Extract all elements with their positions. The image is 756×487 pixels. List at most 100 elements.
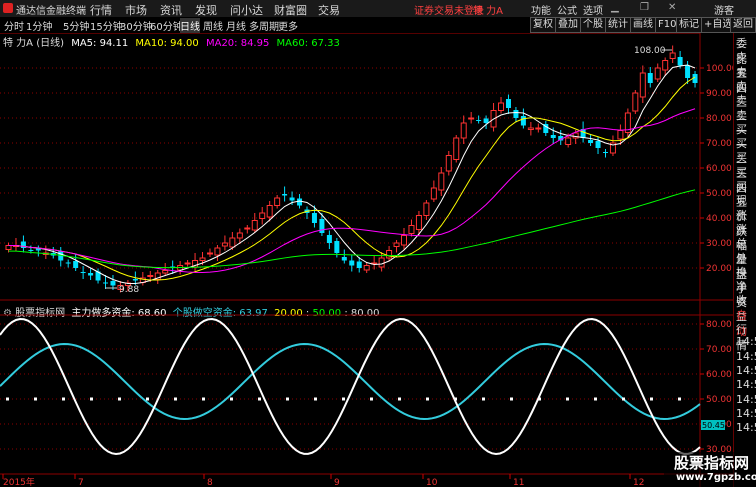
back-button[interactable]: 返回 <box>730 17 756 33</box>
candle-body <box>639 72 646 98</box>
candlestick-series <box>5 45 698 293</box>
overlay-button[interactable]: 叠加 <box>555 17 581 33</box>
draw-button[interactable]: 画线 <box>630 17 656 33</box>
menu-item-gongshi[interactable]: 公式 <box>557 2 577 17</box>
price-tick: 60.00 <box>706 164 732 174</box>
line50-dot <box>454 397 457 401</box>
indicator-tick: 50.00 <box>706 395 732 405</box>
candle-body <box>423 202 430 216</box>
line50-dot <box>594 397 597 401</box>
candle-body <box>386 250 393 259</box>
candle-body <box>505 99 511 108</box>
menu-item-hangqing[interactable]: 行情 <box>90 2 112 18</box>
line50-dot <box>118 397 121 401</box>
candle-body <box>349 260 355 266</box>
price-tick: 100.00 <box>706 64 733 74</box>
candle-body <box>80 272 86 273</box>
candle-body <box>132 279 138 281</box>
tab-fenshi[interactable]: 分时 <box>4 18 24 33</box>
candle-body <box>662 60 669 71</box>
restore-icon[interactable]: ❐ <box>640 2 649 13</box>
menu-item-xuanxiang[interactable]: 选项 <box>583 2 603 17</box>
date-tick: 10 <box>426 478 438 487</box>
tab-multi-period[interactable]: 多周期 <box>249 18 279 33</box>
quote-panel-cell: 14:5 <box>736 349 756 363</box>
candle-body <box>677 57 683 66</box>
line50-dot <box>90 397 93 401</box>
tab-15min[interactable]: 15分钟 <box>90 18 123 33</box>
price-tick: 90.00 <box>706 89 732 99</box>
candle-body <box>221 242 228 247</box>
ma10-line <box>8 76 696 281</box>
menu-item-faxian[interactable]: 发现 <box>195 2 217 18</box>
candle-body <box>602 152 608 153</box>
tab-monthly[interactable]: 月线 <box>226 18 246 33</box>
candle-body <box>206 252 213 255</box>
line50-dot <box>6 397 9 401</box>
menu-item-gongneng[interactable]: 功能 <box>531 2 551 17</box>
stock-button[interactable]: 个股 <box>580 17 606 33</box>
candle-body <box>401 235 408 246</box>
candle-body <box>520 116 526 126</box>
candle-body <box>214 247 221 256</box>
candle-body <box>147 275 154 277</box>
price-tick: 50.00 <box>706 189 732 199</box>
candle-body <box>430 187 437 200</box>
candle-body <box>572 132 579 139</box>
line50-dot <box>370 397 373 401</box>
candle-body <box>334 241 340 253</box>
candle-body <box>251 220 258 231</box>
line50-dot <box>202 397 205 401</box>
candle-body <box>438 172 445 191</box>
candle-body <box>363 265 370 271</box>
tab-daily[interactable]: 日线 <box>180 18 200 33</box>
line50-dot <box>34 397 37 401</box>
candle-body <box>319 219 325 233</box>
minimize-icon[interactable]: ▁ <box>611 2 619 13</box>
menu-item-caifuquan[interactable]: 财富圈 <box>274 2 307 18</box>
candle-body <box>453 137 460 160</box>
high-label: 108.00 <box>634 46 666 56</box>
guest-label[interactable]: 游客 <box>714 2 734 17</box>
price-tick: 20.00 <box>706 264 732 274</box>
app-logo-icon <box>3 3 13 13</box>
candle-body <box>103 282 109 284</box>
candle-body <box>259 212 266 219</box>
tab-5min[interactable]: 5分钟 <box>63 18 89 33</box>
quote-panel-cell: 14:5 <box>736 406 756 420</box>
fuquan-button[interactable]: 复权 <box>530 17 556 33</box>
high-annotation: 108.00 <box>634 46 672 56</box>
chart-canvas[interactable]: 100.00 90.00 80.00 70.00 60.00 50.00 40.00 30.0… <box>0 33 733 487</box>
close-icon[interactable]: ✕ <box>668 2 676 13</box>
main-fund-line <box>0 318 701 456</box>
candle-body <box>415 215 422 230</box>
candle-body <box>378 257 385 268</box>
mark-button[interactable]: 标记 <box>676 17 702 33</box>
menu-item-shichang[interactable]: 市场 <box>125 2 147 18</box>
tab-more[interactable]: 更多 <box>278 18 298 33</box>
candle-body <box>483 118 489 123</box>
low-annotation: 9.88 <box>105 285 139 295</box>
candle-body <box>289 197 295 201</box>
stats-button[interactable]: 统计 <box>605 17 631 33</box>
quote-panel-cell: 14:5 <box>736 335 756 349</box>
line50-dot <box>650 397 653 401</box>
tab-60min[interactable]: 60分钟 <box>150 18 183 33</box>
line50-dot <box>510 397 513 401</box>
candle-body <box>326 235 332 243</box>
candle-body <box>408 225 415 234</box>
tab-weekly[interactable]: 周线 <box>203 18 223 33</box>
tab-30min[interactable]: 30分钟 <box>120 18 153 33</box>
line50-dot <box>538 397 541 401</box>
date-tick: 7 <box>78 478 84 487</box>
line50-dot <box>314 397 317 401</box>
tab-1min[interactable]: 1分钟 <box>26 18 52 33</box>
line50-dot <box>230 397 233 401</box>
candle-body <box>199 257 206 261</box>
candle-body <box>266 205 273 218</box>
menu-item-wenxiaoda[interactable]: 问小达 <box>230 2 263 18</box>
candle-body <box>550 135 556 138</box>
menu-item-zixun[interactable]: 资讯 <box>160 2 182 18</box>
watermark: 股票指标网 www.7gpzb.com <box>664 452 756 487</box>
menu-item-jiaoyi[interactable]: 交易 <box>318 2 340 18</box>
